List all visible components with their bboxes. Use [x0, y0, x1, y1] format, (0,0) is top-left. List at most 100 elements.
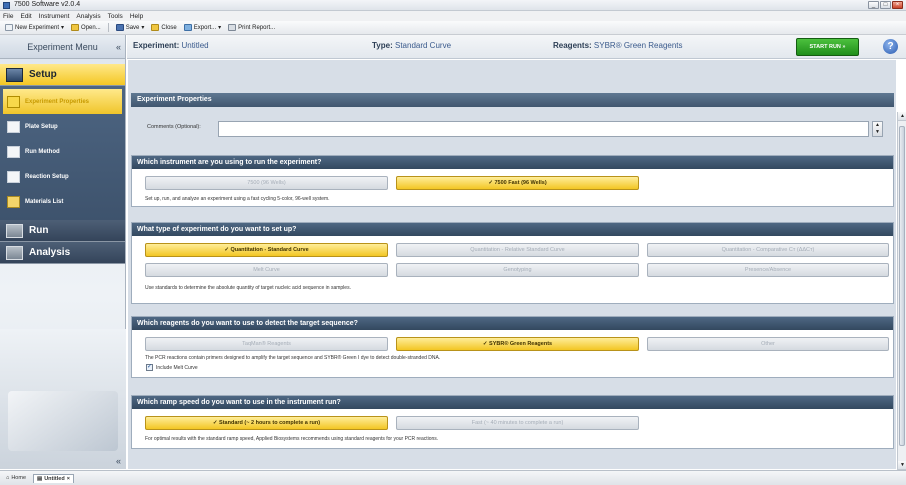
experiment-menu-title: Experiment Menu: [27, 41, 98, 52]
collapse-sidebar-bottom-icon[interactable]: «: [116, 456, 121, 466]
close-icon[interactable]: ×: [892, 1, 903, 9]
reagents-option-sybr-green[interactable]: ✓ SYBR® Green Reagents: [396, 337, 639, 351]
close-tab-icon[interactable]: ×: [67, 476, 70, 482]
type-value: Standard Curve: [394, 41, 452, 50]
sidebar-item-plate-setup[interactable]: Plate Setup: [0, 114, 125, 139]
maximize-icon[interactable]: □: [880, 1, 891, 9]
reagents-description: The PCR reactions contain primers design…: [145, 355, 441, 361]
sidebar-item-experiment-properties[interactable]: Experiment Properties: [3, 89, 122, 114]
experiment-type-option-standard-curve[interactable]: ✓ Quantitation - Standard Curve: [145, 243, 388, 257]
export-label: Export...: [193, 24, 217, 31]
sidebar-item-label: Materials List: [25, 198, 64, 205]
arrow-right-icon: »: [842, 44, 846, 50]
analysis-label: Analysis: [29, 247, 71, 258]
start-run-button[interactable]: START RUN »: [796, 38, 859, 56]
menu-edit[interactable]: Edit: [20, 13, 31, 20]
new-experiment-button[interactable]: New Experiment ▾: [3, 24, 66, 31]
reagents-label: Reagents:: [553, 41, 592, 50]
new-experiment-label: New Experiment: [15, 24, 60, 31]
reagents-panel: Which reagents do you want to use to det…: [131, 316, 894, 378]
menu-help[interactable]: Help: [130, 13, 143, 20]
tab-untitled[interactable]: ▤ Untitled ×: [33, 473, 74, 483]
ramp-option-standard[interactable]: ✓ Standard (~ 2 hours to complete a run): [145, 416, 388, 430]
scroll-thumb[interactable]: [899, 126, 905, 446]
scroll-up-icon[interactable]: ▲: [898, 112, 906, 121]
properties-icon: [7, 95, 20, 108]
experiment-type-panel: What type of experiment do you want to s…: [131, 222, 894, 304]
setup-section-button[interactable]: Setup: [0, 64, 125, 86]
toolbar-divider: [107, 23, 109, 32]
materials-icon: [7, 195, 20, 208]
sidebar-item-run-method[interactable]: Run Method: [0, 139, 125, 164]
open-label: Open...: [81, 24, 101, 31]
run-method-icon: [7, 145, 20, 158]
menu-file[interactable]: File: [3, 13, 13, 20]
title-bar: 7500 Software v2.0.4 _ □ ×: [0, 0, 906, 11]
home-icon: ⌂: [6, 475, 10, 481]
print-report-label: Print Report...: [238, 24, 276, 31]
minimize-icon[interactable]: _: [868, 1, 879, 9]
reagents-field: Reagents: SYBR® Green Reagents: [553, 41, 683, 50]
comments-input[interactable]: [218, 121, 869, 137]
reaction-icon: [7, 170, 20, 183]
include-melt-curve-checkbox[interactable]: ✓: [146, 364, 153, 371]
collapse-sidebar-icon[interactable]: «: [116, 42, 121, 52]
menu-bar: File Edit Instrument Analysis Tools Help: [0, 11, 906, 21]
open-button[interactable]: Open...: [69, 24, 103, 31]
close-button[interactable]: Close: [149, 24, 178, 31]
comments-spinner[interactable]: ▲ ▼: [872, 121, 883, 137]
content-scrollbar[interactable]: ▲ ▼: [897, 112, 906, 470]
tab-home[interactable]: ⌂ Home: [3, 474, 29, 482]
ramp-option-fast[interactable]: Fast (~ 40 minutes to complete a run): [396, 416, 639, 430]
include-melt-curve-label: Include Melt Curve: [156, 365, 198, 371]
scroll-down-icon[interactable]: ▼: [898, 461, 906, 470]
experiment-type-option-presence-absence[interactable]: Presence/Absence: [647, 263, 889, 277]
save-button[interactable]: Save ▾: [114, 24, 147, 31]
reagents-option-taqman[interactable]: TaqMan® Reagents: [145, 337, 388, 351]
save-label: Save: [125, 24, 140, 31]
export-button[interactable]: Export... ▾: [182, 24, 223, 31]
printer-icon: [228, 24, 237, 31]
close-folder-icon: [151, 24, 160, 31]
instrument-description: Set up, run, and analyze an experiment u…: [145, 196, 330, 202]
sidebar-item-reaction-setup[interactable]: Reaction Setup: [0, 164, 125, 189]
experiment-header: Experiment: Untitled Type: Standard Curv…: [127, 35, 906, 59]
start-run-label: START RUN: [809, 44, 841, 50]
type-label: Type:: [372, 41, 393, 50]
menu-analysis[interactable]: Analysis: [76, 13, 100, 20]
experiment-type-field: Type: Standard Curve: [372, 41, 451, 50]
close-label: Close: [161, 24, 177, 31]
document-tab-bar: ⌂ Home ▤ Untitled ×: [0, 470, 906, 485]
experiment-name-field: Experiment: Untitled: [133, 41, 209, 50]
chevron-down-icon: ▾: [61, 25, 65, 31]
print-report-button[interactable]: Print Report...: [226, 24, 277, 31]
experiment-type-option-genotyping[interactable]: Genotyping: [396, 263, 639, 277]
document-icon: ▤: [37, 475, 43, 482]
instrument-option-7500-fast[interactable]: ✓ 7500 Fast (96 Wells): [396, 176, 639, 190]
menu-tools[interactable]: Tools: [108, 13, 123, 20]
experiment-type-option-relative-standard-curve[interactable]: Quantitation - Relative Standard Curve: [396, 243, 639, 257]
run-label: Run: [29, 225, 49, 236]
app-icon: [3, 2, 10, 9]
export-icon: [183, 24, 192, 31]
folder-icon: [71, 24, 80, 31]
analysis-section-button[interactable]: Analysis: [0, 242, 125, 264]
experiment-menu-sidebar: Experiment Menu « Setup Experiment Prope…: [0, 35, 126, 469]
reagents-option-other[interactable]: Other: [647, 337, 889, 351]
sidebar-item-materials-list[interactable]: Materials List: [0, 189, 125, 214]
menu-instrument[interactable]: Instrument: [39, 13, 70, 20]
comments-row: Comments (Optional): ▲ ▼: [131, 120, 894, 141]
experiment-properties-heading: Experiment Properties: [131, 93, 894, 107]
reagents-question: Which reagents do you want to use to det…: [132, 317, 893, 330]
instrument-option-7500[interactable]: 7500 (96 Wells): [145, 176, 388, 190]
analysis-icon: [6, 245, 23, 260]
experiment-value: Untitled: [181, 41, 209, 50]
tab-untitled-label: Untitled: [44, 475, 65, 482]
reagents-value: SYBR® Green Reagents: [593, 41, 683, 50]
run-section-button[interactable]: Run: [0, 220, 125, 242]
experiment-type-option-comparative-ct[interactable]: Quantitation - Comparative Cт (ΔΔCт): [647, 243, 889, 257]
setup-submenu: Experiment Properties Plate Setup Run Me…: [0, 86, 125, 220]
window-controls: _ □ ×: [868, 1, 903, 9]
experiment-type-option-melt-curve[interactable]: Melt Curve: [145, 263, 388, 277]
help-icon[interactable]: ?: [883, 39, 898, 54]
